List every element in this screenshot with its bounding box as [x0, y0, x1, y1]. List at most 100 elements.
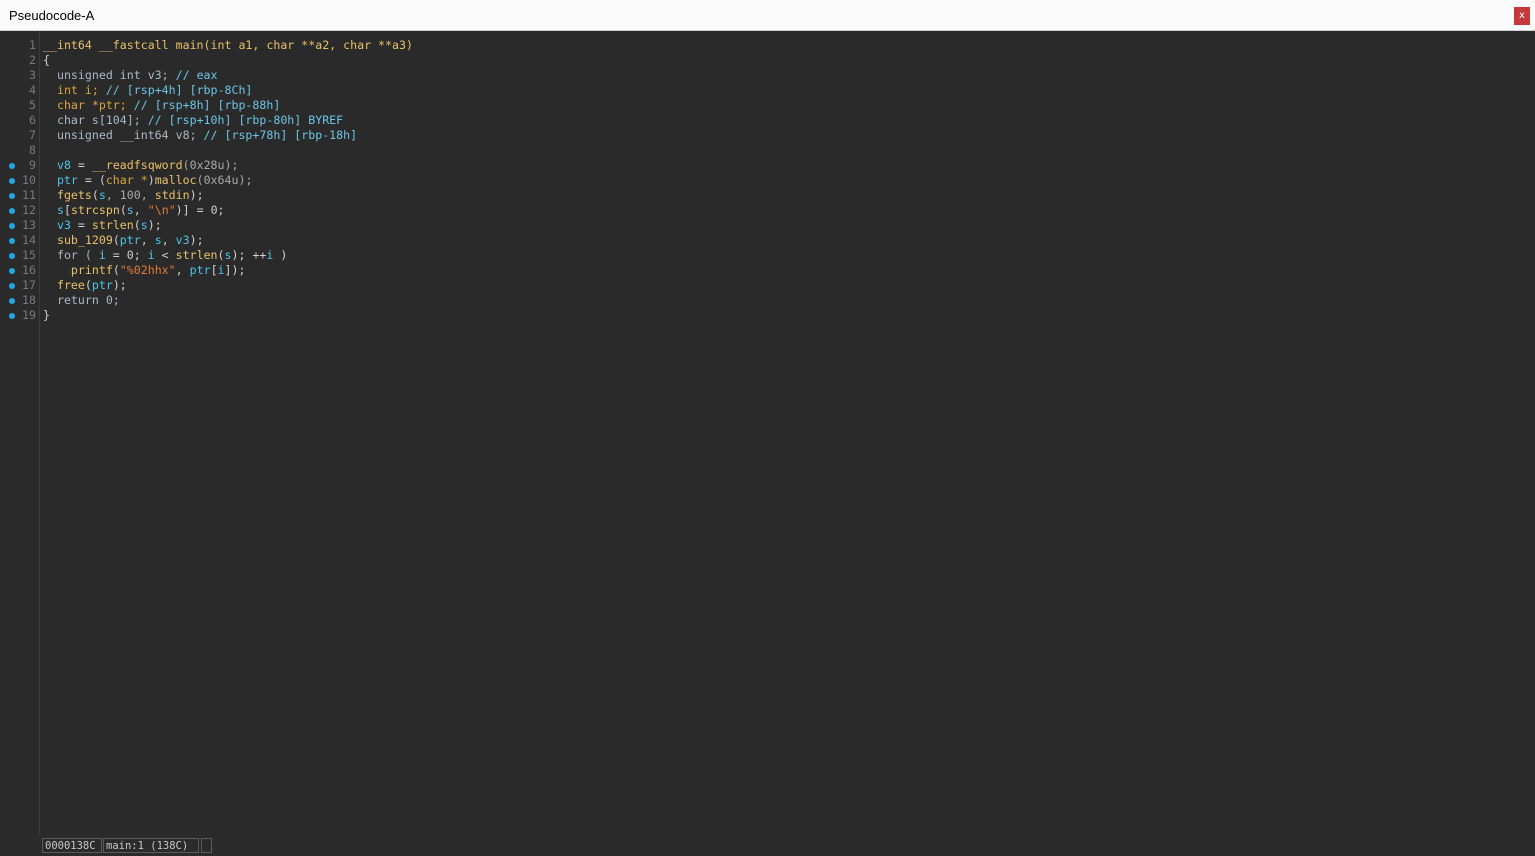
code-token: (: [133, 218, 141, 232]
code-token: for (: [43, 248, 99, 262]
breakpoint-dot-icon[interactable]: [9, 252, 15, 259]
code-token: (: [84, 278, 92, 292]
code-line[interactable]: v8 = __readfsqword(0x28u);: [43, 158, 239, 173]
code-token: (0x28u);: [182, 158, 239, 172]
line-number: 13: [22, 218, 36, 232]
status-bar: 0000138C main:1 (138C): [0, 835, 1535, 856]
code-line[interactable]: __int64 __fastcall main(int a1, char **a…: [43, 38, 413, 53]
title-bar[interactable]: Pseudocode-A x: [0, 0, 1535, 31]
code-token: [: [63, 203, 71, 217]
code-token: );: [147, 218, 162, 232]
line-number: 7: [29, 128, 36, 142]
code-token: <: [154, 248, 176, 262]
code-token: "%02hhx": [119, 263, 176, 277]
code-editor[interactable]: 1 __int64 __fastcall main(int a1, char **…: [0, 31, 1535, 835]
status-location: main:1 (138C): [103, 838, 199, 853]
code-token: {: [43, 53, 50, 67]
line-number: 6: [29, 113, 36, 127]
code-line[interactable]: }: [43, 308, 50, 323]
breakpoint-dot-icon[interactable]: [9, 267, 15, 274]
pseudocode-window: Pseudocode-A x 1 __int64 __fastcall main(…: [0, 0, 1535, 856]
code-token: __readfsqword: [91, 158, 183, 172]
code-line[interactable]: for ( i = 0; i < strlen(s); ++i ): [43, 248, 287, 263]
code-token: = (: [77, 173, 106, 187]
breakpoint-dot-icon[interactable]: [9, 312, 15, 319]
code-token: strlen: [175, 248, 218, 262]
code-token: , 100,: [105, 188, 155, 202]
code-token: ): [273, 248, 288, 262]
code-token: v8: [43, 158, 71, 172]
line-number: 4: [29, 83, 36, 97]
code-area[interactable]: [42, 31, 1535, 835]
code-token: ptr: [189, 263, 211, 277]
code-token: (: [112, 263, 120, 277]
breakpoint-dot-icon[interactable]: [9, 297, 15, 304]
code-token: printf: [43, 263, 113, 277]
code-token: malloc: [154, 173, 197, 187]
code-token: ptr: [91, 278, 113, 292]
breakpoint-dot-icon[interactable]: [9, 207, 15, 214]
line-number: 9: [29, 158, 36, 172]
code-line[interactable]: sub_1209(ptr, s, v3);: [43, 233, 204, 248]
code-line[interactable]: fgets(s, 100, stdin);: [43, 188, 204, 203]
code-token: i: [147, 248, 155, 262]
code-token: // [rsp+8h] [rbp-88h]: [133, 98, 281, 112]
code-line[interactable]: {: [43, 53, 50, 68]
code-token: s: [98, 188, 106, 202]
code-token: s: [154, 233, 162, 247]
line-number: 14: [22, 233, 36, 247]
code-token: s: [224, 248, 232, 262]
code-token: = 0;: [105, 248, 148, 262]
breakpoint-dot-icon[interactable]: [9, 177, 15, 184]
code-token: __int64 __fastcall main(int a1, char **a…: [43, 38, 413, 52]
code-token: i: [98, 248, 106, 262]
breakpoint-dot-icon[interactable]: [9, 237, 15, 244]
line-number: 10: [22, 173, 36, 187]
code-line[interactable]: return 0;: [43, 293, 120, 308]
breakpoint-dot-icon[interactable]: [9, 192, 15, 199]
code-token: (0x64u);: [196, 173, 253, 187]
code-token: (: [112, 233, 120, 247]
line-number: 5: [29, 98, 36, 112]
status-extra: [201, 838, 212, 853]
code-token: ]);: [224, 263, 246, 277]
code-token: s: [43, 203, 64, 217]
code-token: "\n": [147, 203, 176, 217]
code-token: strlen: [91, 218, 134, 232]
code-line[interactable]: int i; // [rsp+4h] [rbp-8Ch]: [43, 83, 252, 98]
line-number: 12: [22, 203, 36, 217]
code-line[interactable]: char s[104]; // [rsp+10h] [rbp-80h] BYRE…: [43, 113, 343, 128]
code-line[interactable]: v3 = strlen(s);: [43, 218, 162, 233]
status-address: 0000138C: [42, 838, 102, 853]
line-number: 3: [29, 68, 36, 82]
code-line[interactable]: unsigned int v3; // eax: [43, 68, 218, 83]
code-token: (: [119, 203, 127, 217]
code-token: i: [217, 263, 225, 277]
code-token: ,: [161, 233, 176, 247]
code-token: strcspn: [70, 203, 120, 217]
code-line[interactable]: unsigned __int64 v8; // [rsp+78h] [rbp-1…: [43, 128, 357, 143]
line-number: 8: [29, 143, 36, 157]
code-token: // eax: [175, 68, 218, 82]
code-token: ,: [175, 263, 190, 277]
code-token: // [rsp+4h] [rbp-8Ch]: [105, 83, 253, 97]
close-button[interactable]: x: [1514, 7, 1530, 25]
line-number: 11: [22, 188, 36, 202]
code-token: [: [210, 263, 218, 277]
code-line[interactable]: ptr = (char *)malloc(0x64u);: [43, 173, 252, 188]
code-token: char s[104];: [43, 113, 148, 127]
code-token: );: [189, 188, 204, 202]
code-line[interactable]: printf("%02hhx", ptr[i]);: [43, 263, 246, 278]
breakpoint-dot-icon[interactable]: [9, 162, 15, 169]
breakpoint-dot-icon[interactable]: [9, 282, 15, 289]
code-line[interactable]: free(ptr);: [43, 278, 127, 293]
code-line[interactable]: char *ptr; // [rsp+8h] [rbp-88h]: [43, 98, 280, 113]
code-token: v3: [43, 218, 71, 232]
code-token: ptr: [119, 233, 141, 247]
code-line[interactable]: s[strcspn(s, "\n")] = 0;: [43, 203, 225, 218]
breakpoint-dot-icon[interactable]: [9, 222, 15, 229]
code-token: free: [43, 278, 85, 292]
code-token: =: [70, 218, 92, 232]
code-token: s: [126, 203, 134, 217]
line-number: 18: [22, 293, 36, 307]
